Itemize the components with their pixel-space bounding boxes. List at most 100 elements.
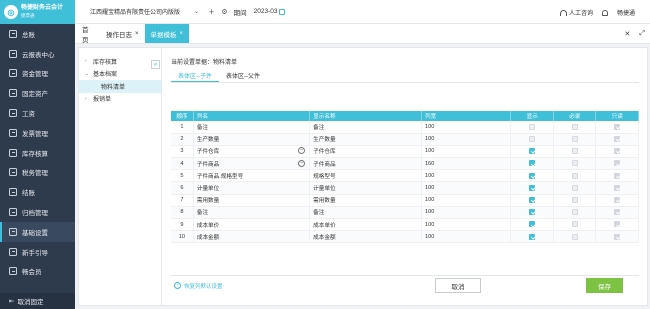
support-label: 人工咨询 [569, 11, 594, 17]
sidebar-item[interactable]: 云报表中心 [0, 44, 75, 64]
show-checkbox[interactable] [529, 172, 536, 179]
row-width[interactable]: 100 [421, 121, 512, 134]
row-width[interactable]: 100 [421, 181, 512, 195]
close-all-tabs-icon[interactable]: ✕ [625, 30, 631, 38]
row-width[interactable]: 100 [421, 194, 512, 207]
show-checkbox[interactable] [529, 148, 536, 155]
row-readonly-cell [595, 218, 639, 232]
sidebar-item-label: 发票管理 [22, 130, 48, 138]
required-checkbox [571, 148, 578, 155]
remove-column-icon[interactable]: − [298, 159, 306, 167]
subtab-bar: 表体区--子件 表体区--父件 [171, 68, 639, 83]
row-width[interactable]: 100 [421, 218, 512, 232]
readonly-checkbox [614, 209, 621, 216]
asset-icon [9, 89, 17, 98]
unpin-sidebar-button[interactable]: ⇤ 取消固定 [0, 293, 75, 309]
row-width[interactable]: 100 [421, 145, 512, 159]
table-row: 4 子件商品 − 子件商品 160 [171, 157, 639, 171]
required-checkbox [571, 184, 578, 191]
row-width[interactable]: 160 [421, 157, 512, 171]
tree-node-label: 物料清单 [101, 84, 126, 91]
support-button[interactable]: 人工咨询 [560, 8, 593, 17]
row-display-name[interactable]: 规格型号 [309, 169, 422, 183]
row-display-name[interactable]: 计量单位 [309, 181, 422, 195]
close-icon[interactable]: × [180, 31, 184, 37]
row-show-cell [510, 206, 554, 220]
row-display-name[interactable]: 备注 [309, 121, 422, 134]
add-icon[interactable]: + [209, 7, 214, 17]
app-logo[interactable]: ◎ 畅捷财务云会计 捷票通 [0, 0, 75, 24]
row-readonly-cell [595, 145, 639, 159]
subtab-parent-items[interactable]: 表体区--父件 [219, 68, 267, 82]
row-required-cell [553, 157, 597, 171]
row-width[interactable]: 100 [421, 230, 512, 244]
sidebar-item[interactable]: 库存核算 [0, 143, 75, 163]
sidebar-item[interactable]: 畅会员 [0, 262, 75, 282]
settings-icon [9, 227, 17, 236]
period-value[interactable]: 2023-03 [254, 8, 278, 15]
collapse-tree-icon[interactable]: « [151, 60, 160, 69]
tree-node[interactable]: 物料清单 [79, 80, 161, 93]
tree-node[interactable]: › 报销单 [79, 93, 161, 106]
close-icon[interactable]: × [135, 31, 139, 37]
row-display-name[interactable]: 生产数量 [309, 133, 422, 146]
sidebar-item[interactable]: 总账 [0, 24, 75, 44]
row-display-name[interactable]: 需用数量 [309, 194, 422, 207]
row-width[interactable]: 100 [421, 133, 512, 146]
tree-node[interactable]: ⌄ 基本档案 [79, 68, 161, 81]
row-required-cell [553, 230, 597, 244]
row-required-cell [553, 145, 597, 159]
fullscreen-icon[interactable]: ⤢ [639, 30, 645, 38]
calendar-icon[interactable] [279, 8, 286, 15]
show-checkbox[interactable] [529, 209, 536, 216]
sidebar-item[interactable]: 基础设置 [0, 221, 75, 242]
row-width[interactable]: 100 [421, 206, 512, 220]
chevron-right-icon[interactable]: › [85, 58, 90, 64]
readonly-checkbox [614, 148, 621, 155]
tab[interactable]: 操作日志 × [100, 24, 145, 43]
gear-icon[interactable]: ⚙ [221, 8, 227, 16]
row-order: 1 [171, 121, 194, 134]
row-display-name[interactable]: 成本金额 [309, 230, 422, 244]
user-menu[interactable]: 畅捷通 [602, 8, 635, 17]
tab[interactable]: 首页 [75, 24, 100, 44]
restore-defaults-link[interactable]: ? 恢复列默认设置 [171, 282, 223, 290]
sidebar-item[interactable]: 资金管理 [0, 64, 75, 84]
subtab-child-items[interactable]: 表体区--子件 [171, 68, 219, 82]
period-label: 期间 [233, 9, 247, 17]
company-selector[interactable]: 江西耀宝精品有限责任公司内版版 [90, 7, 180, 16]
sidebar-item[interactable]: 归档管理 [0, 202, 75, 222]
sidebar-item[interactable]: 工资 [0, 103, 75, 123]
cancel-button[interactable]: 取消 [435, 278, 481, 293]
chevron-down-icon[interactable]: ⌄ [194, 8, 199, 15]
tab-label: 首页 [82, 26, 89, 44]
row-display-name[interactable]: 子件商品 [309, 157, 422, 171]
row-display-name[interactable]: 备注 [309, 206, 422, 220]
row-display-name[interactable]: 成本单价 [309, 218, 422, 232]
row-width[interactable]: 100 [421, 169, 512, 183]
tree-node[interactable]: › 库存核算 [79, 55, 161, 68]
sidebar-item[interactable]: 固定资产 [0, 83, 75, 103]
sidebar-item[interactable]: 税务管理 [0, 163, 75, 183]
sidebar-item[interactable]: 新手引导 [0, 242, 75, 262]
col-header-show: 显示 [510, 111, 554, 121]
remove-column-icon[interactable]: − [298, 147, 306, 155]
row-required-cell [553, 181, 597, 195]
sidebar-item[interactable]: 发票管理 [0, 123, 75, 143]
sidebar-item[interactable]: 结账 [0, 182, 75, 202]
bell-icon[interactable] [602, 9, 608, 16]
tab[interactable]: 单据模板 × [144, 24, 190, 43]
show-checkbox[interactable] [529, 184, 536, 191]
show-checkbox[interactable] [529, 221, 536, 228]
show-checkbox[interactable] [529, 160, 536, 167]
row-display-name[interactable]: 子件仓库 [309, 145, 422, 159]
table-row: 6 计量单位 计量单位 100 [171, 181, 639, 195]
save-button[interactable]: 保存 [586, 278, 623, 293]
row-readonly-cell [595, 121, 639, 134]
sidebar-item-label: 固定资产 [22, 91, 48, 99]
chevron-right-icon[interactable]: › [85, 96, 90, 102]
show-checkbox[interactable] [529, 233, 536, 240]
show-checkbox[interactable] [529, 196, 536, 203]
row-show-cell [510, 133, 554, 146]
chevron-down-icon[interactable]: ⌄ [85, 71, 90, 77]
